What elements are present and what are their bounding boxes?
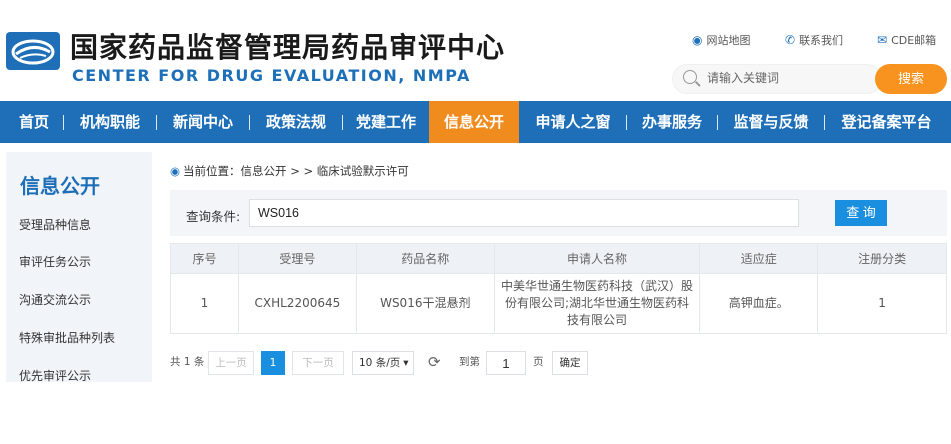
- nav-functions[interactable]: 机构职能: [69, 101, 151, 143]
- result-table: 序号 受理号 药品名称 申请人名称 适应症 注册分类 1 CXHL2200645…: [170, 243, 947, 334]
- table-header-row: 序号 受理号 药品名称 申请人名称 适应症 注册分类: [170, 243, 947, 274]
- phone-icon: ✆: [785, 33, 796, 47]
- goto-label: 到第: [459, 356, 480, 368]
- goto-confirm-button[interactable]: 确定: [552, 351, 588, 375]
- sidebar-item-accepted-varieties[interactable]: 受理品种信息: [19, 216, 91, 233]
- site-map-label: 网站地图: [706, 34, 751, 47]
- cell-index: 1: [170, 273, 239, 334]
- sidebar-title: 信息公开: [20, 174, 100, 198]
- sidebar-item-special-approval[interactable]: 特殊审批品种列表: [19, 329, 115, 346]
- search-icon: [683, 70, 697, 84]
- cell-indication: 高钾血症。: [699, 273, 819, 334]
- sidebar-item-priority-review[interactable]: 优先审评公示: [19, 367, 91, 382]
- cell-drug-name: WS016干混悬剂: [355, 273, 495, 334]
- nav-registration[interactable]: 登记备案平台: [830, 101, 943, 143]
- nav-info-disclosure[interactable]: 信息公开: [429, 101, 519, 143]
- query-input[interactable]: [249, 199, 799, 227]
- col-header-drug-name: 药品名称: [355, 243, 495, 274]
- nav-separator: [342, 115, 343, 130]
- contact-label: 联系我们: [799, 34, 844, 47]
- page-unit-label: 页: [533, 356, 544, 368]
- page-size-value: 10 条/页: [359, 357, 401, 369]
- site-title-en: CENTER FOR DRUG EVALUATION, NMPA: [72, 66, 471, 85]
- page-1-button[interactable]: 1: [261, 351, 285, 375]
- prev-page-button[interactable]: 上一页: [208, 351, 254, 375]
- query-panel: 查询条件: 查 询: [170, 190, 947, 236]
- cell-acceptance-no: CXHL2200645: [237, 273, 357, 334]
- site-search-box: [672, 64, 882, 94]
- nav-separator: [63, 115, 64, 130]
- location-pin-icon: ◉: [170, 164, 181, 178]
- nav-news[interactable]: 新闻中心: [162, 101, 244, 143]
- site-search-input[interactable]: [707, 71, 867, 85]
- col-header-applicant: 申请人名称: [493, 243, 701, 274]
- nav-policies[interactable]: 政策法规: [255, 101, 337, 143]
- cell-applicant: 中美华世通生物医药科技（武汉）股份有限公司;湖北华世通生物医药科技有限公司: [493, 273, 701, 334]
- query-button[interactable]: 查 询: [835, 200, 887, 226]
- mail-link[interactable]: ✉ CDE邮箱: [877, 32, 936, 48]
- chevron-down-icon: ▾: [403, 357, 409, 369]
- nav-separator: [249, 115, 250, 130]
- nav-home[interactable]: 首页: [10, 101, 58, 143]
- main-nav: 首页 机构职能 新闻中心 政策法规 党建工作 信息公开 申请人之窗 办事服务 监…: [0, 101, 951, 143]
- sidebar-item-communication[interactable]: 沟通交流公示: [19, 291, 91, 308]
- nav-separator: [717, 115, 718, 130]
- contact-link[interactable]: ✆ 联系我们: [785, 32, 843, 48]
- goto-page-input[interactable]: [486, 351, 526, 375]
- nav-applicant-window[interactable]: 申请人之窗: [525, 101, 621, 143]
- col-header-acceptance-no: 受理号: [237, 243, 357, 274]
- site-header: 国家药品监督管理局药品审评中心 CENTER FOR DRUG EVALUATI…: [0, 0, 951, 100]
- page-size-select[interactable]: 10 条/页 ▾: [352, 351, 414, 375]
- col-header-indication: 适应症: [699, 243, 819, 274]
- location-pin-icon: ◉: [692, 33, 703, 47]
- nav-separator: [626, 115, 627, 130]
- cde-logo-icon[interactable]: [6, 32, 60, 70]
- breadcrumb-prefix: 当前位置：: [183, 164, 241, 178]
- nav-party[interactable]: 党建工作: [348, 101, 424, 143]
- breadcrumb: ◉ 当前位置：信息公开 > > 临床试验默示许可: [170, 163, 409, 179]
- site-search-button[interactable]: 搜索: [875, 64, 947, 94]
- mail-label: CDE邮箱: [891, 34, 937, 47]
- sidebar: 信息公开 受理品种信息 审评任务公示 沟通交流公示 特殊审批品种列表 优先审评公…: [6, 152, 152, 382]
- sidebar-item-review-tasks[interactable]: 审评任务公示: [19, 253, 91, 270]
- nav-feedback[interactable]: 监督与反馈: [723, 101, 819, 143]
- site-title-cn: 国家药品监督管理局药品审评中心: [70, 31, 506, 64]
- col-header-registration-class: 注册分类: [817, 243, 947, 274]
- table-row[interactable]: 1 CXHL2200645 WS016干混悬剂 中美华世通生物医药科技（武汉）股…: [170, 273, 947, 334]
- refresh-icon[interactable]: ⟳: [428, 351, 441, 375]
- query-label: 查询条件:: [186, 209, 241, 224]
- nav-separator: [156, 115, 157, 130]
- nav-services[interactable]: 办事服务: [632, 101, 712, 143]
- breadcrumb-path[interactable]: 信息公开 > > 临床试验默示许可: [241, 164, 409, 178]
- col-header-index: 序号: [170, 243, 239, 274]
- nav-separator: [824, 115, 825, 130]
- pagination-total: 共 1 条: [170, 356, 205, 368]
- next-page-button[interactable]: 下一页: [292, 351, 344, 375]
- site-map-link[interactable]: ◉ 网站地图: [692, 32, 750, 48]
- cell-registration-class: 1: [817, 273, 947, 334]
- mail-icon: ✉: [877, 33, 888, 47]
